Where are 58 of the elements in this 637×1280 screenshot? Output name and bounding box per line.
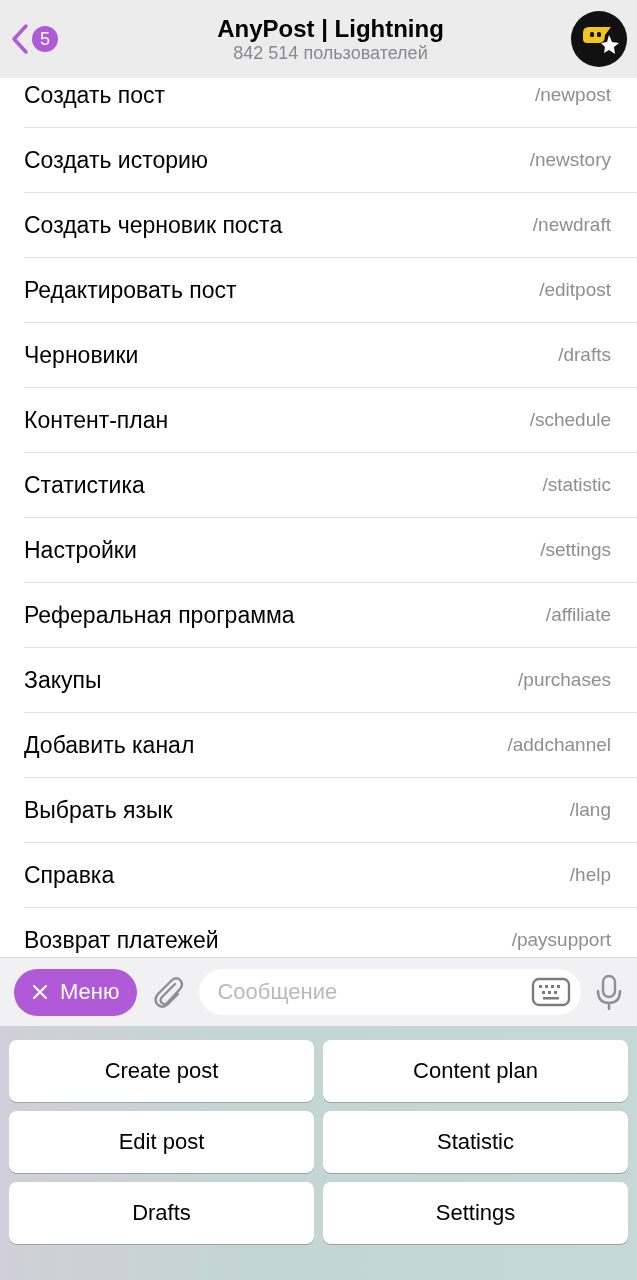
menu-button[interactable]: Меню: [14, 968, 138, 1016]
keyboard-button[interactable]: Edit post: [9, 1111, 314, 1173]
command-label: Добавить канал: [24, 731, 195, 759]
command-item[interactable]: Создать пост /newpost: [24, 78, 637, 128]
command-name: /schedule: [529, 409, 611, 431]
back-icon[interactable]: [10, 23, 30, 55]
command-name: /drafts: [558, 344, 611, 366]
command-label: Возврат платежей: [24, 926, 219, 954]
close-icon: [32, 984, 48, 1000]
command-name: /help: [569, 864, 611, 886]
microphone-icon[interactable]: [595, 974, 623, 1010]
command-name: /newdraft: [532, 214, 611, 236]
command-label: Реферальная программа: [24, 601, 295, 629]
keyboard-button[interactable]: Statistic: [323, 1111, 628, 1173]
keyboard-button[interactable]: Create post: [9, 1040, 314, 1102]
bot-avatar-icon[interactable]: [571, 11, 627, 67]
keyboard-button[interactable]: Content plan: [323, 1040, 628, 1102]
command-label: Настройки: [24, 536, 137, 564]
command-name: /purchases: [518, 669, 611, 691]
command-label: Закупы: [24, 666, 102, 694]
command-name: /addchannel: [507, 734, 611, 756]
command-item[interactable]: Создать историю /newstory: [24, 128, 637, 193]
command-name: /editpost: [539, 279, 611, 301]
command-label: Создать черновик поста: [24, 211, 283, 239]
command-label: Справка: [24, 861, 115, 889]
command-item[interactable]: Настройки /settings: [24, 518, 637, 583]
command-item[interactable]: Создать черновик поста /newdraft: [24, 193, 637, 258]
command-item[interactable]: Выбрать язык /lang: [24, 778, 637, 843]
command-item[interactable]: Контент-план /schedule: [24, 388, 637, 453]
paperclip-icon[interactable]: [151, 974, 186, 1010]
keyboard-button[interactable]: Drafts: [9, 1182, 314, 1244]
command-item[interactable]: Статистика /statistic: [24, 453, 637, 518]
keyboard-icon[interactable]: [531, 977, 571, 1007]
command-label: Редактировать пост: [24, 276, 237, 304]
command-item[interactable]: Добавить канал /addchannel: [24, 713, 637, 778]
message-field[interactable]: Сообщение: [199, 969, 581, 1015]
keyboard-button[interactable]: Settings: [323, 1182, 628, 1244]
command-label: Контент-план: [24, 406, 169, 434]
command-name: /statistic: [542, 474, 611, 496]
command-item[interactable]: Редактировать пост /editpost: [24, 258, 637, 323]
command-label: Выбрать язык: [24, 796, 173, 824]
command-name: /settings: [540, 539, 611, 561]
command-name: /affiliate: [545, 604, 611, 626]
command-name: /lang: [569, 799, 611, 821]
chat-title: AnyPost | Lightning: [217, 14, 444, 43]
command-item[interactable]: Справка /help: [24, 843, 637, 908]
command-name: /newpost: [534, 84, 611, 106]
command-name: /paysupport: [511, 929, 611, 951]
command-label: Создать пост: [24, 81, 166, 109]
unread-badge: 5: [32, 26, 58, 52]
command-label: Статистика: [24, 471, 145, 499]
command-name: /newstory: [529, 149, 611, 171]
command-label: Создать историю: [24, 146, 209, 174]
command-item[interactable]: Закупы /purchases: [24, 648, 637, 713]
command-item[interactable]: Черновики /drafts: [24, 323, 637, 388]
chat-subtitle: 842 514 пользователей: [233, 42, 428, 64]
command-item[interactable]: Реферальная программа /affiliate: [24, 583, 637, 648]
command-label: Черновики: [24, 341, 139, 369]
